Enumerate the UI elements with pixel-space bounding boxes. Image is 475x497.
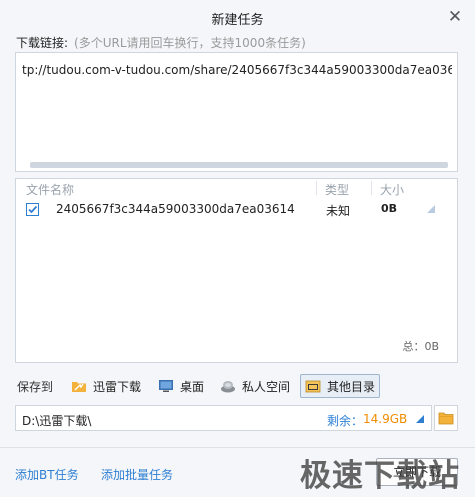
location-label: 私人空间 — [242, 379, 291, 394]
file-row[interactable]: 2405667f3c344a59003300da7ea03614 未知 0B — [16, 199, 457, 221]
desktop-icon — [159, 380, 173, 392]
dropdown-triangle-icon[interactable] — [416, 415, 425, 423]
url-label: 下载链接: — [16, 36, 69, 50]
total-size: 总：0B — [402, 340, 439, 353]
close-button[interactable]: ✕ — [446, 8, 464, 26]
watermark: 极速下载站 — [300, 458, 460, 494]
title-bar: 新建任务 ✕ — [0, 0, 475, 34]
folder-icon — [438, 412, 454, 425]
url-hint: (多个URL请用回车换行，支持1000条任务) — [74, 36, 306, 50]
file-list: 文件名称 类型 大小 2405667f3c344a59003300da7ea03… — [15, 178, 458, 363]
free-space-value: 14.9GB — [363, 412, 408, 426]
location-desktop[interactable]: 桌面 — [154, 374, 208, 398]
url-input-text[interactable]: tp://tudou.com-v-tudou.com/share/2405667… — [22, 63, 452, 77]
location-label: 其他目录 — [327, 379, 376, 394]
url-label-row: 下载链接: (多个URL请用回车换行，支持1000条任务) — [16, 34, 306, 50]
browse-folder-button[interactable] — [434, 405, 458, 431]
file-size: 0B — [381, 202, 398, 215]
save-location-row: 保存到 迅雷下载 桌面 私人空间 其他目录 — [15, 374, 460, 398]
url-input[interactable]: tp://tudou.com-v-tudou.com/share/2405667… — [15, 52, 458, 172]
save-to-label: 保存到 — [17, 380, 54, 394]
window-title: 新建任务 — [211, 13, 264, 28]
location-label: 桌面 — [180, 379, 205, 394]
location-xunlei-download[interactable]: 迅雷下载 — [67, 374, 145, 398]
location-other-folder[interactable]: 其他目录 — [300, 374, 381, 398]
column-header-name[interactable]: 文件名称 — [26, 181, 74, 198]
add-bt-task-link[interactable]: 添加BT任务 — [15, 466, 79, 483]
footer-divider — [0, 447, 475, 448]
location-label: 迅雷下载 — [93, 379, 142, 394]
private-space-icon — [221, 381, 235, 393]
file-checkbox[interactable] — [26, 203, 39, 216]
column-divider — [371, 181, 372, 195]
horizontal-scrollbar[interactable] — [30, 162, 448, 168]
file-name: 2405667f3c344a59003300da7ea03614 — [56, 202, 295, 216]
column-header-size[interactable]: 大小 — [380, 181, 404, 198]
check-icon — [28, 205, 38, 214]
add-batch-task-link[interactable]: 添加批量任务 — [101, 466, 173, 483]
location-private-space[interactable]: 私人空间 — [216, 374, 294, 398]
file-type: 未知 — [326, 204, 351, 218]
close-icon[interactable]: ✕ — [448, 7, 462, 27]
column-divider — [316, 181, 317, 195]
column-header-type[interactable]: 类型 — [325, 181, 349, 198]
save-path-field[interactable]: D:\迅雷下载\ 剩余： 14.9GB — [15, 405, 432, 431]
expand-triangle-icon[interactable] — [426, 204, 436, 214]
other-folder-icon — [305, 380, 321, 393]
save-path-text[interactable]: D:\迅雷下载\ — [22, 412, 91, 429]
free-space-label: 剩余： — [327, 414, 364, 428]
xunlei-folder-icon — [72, 382, 86, 392]
